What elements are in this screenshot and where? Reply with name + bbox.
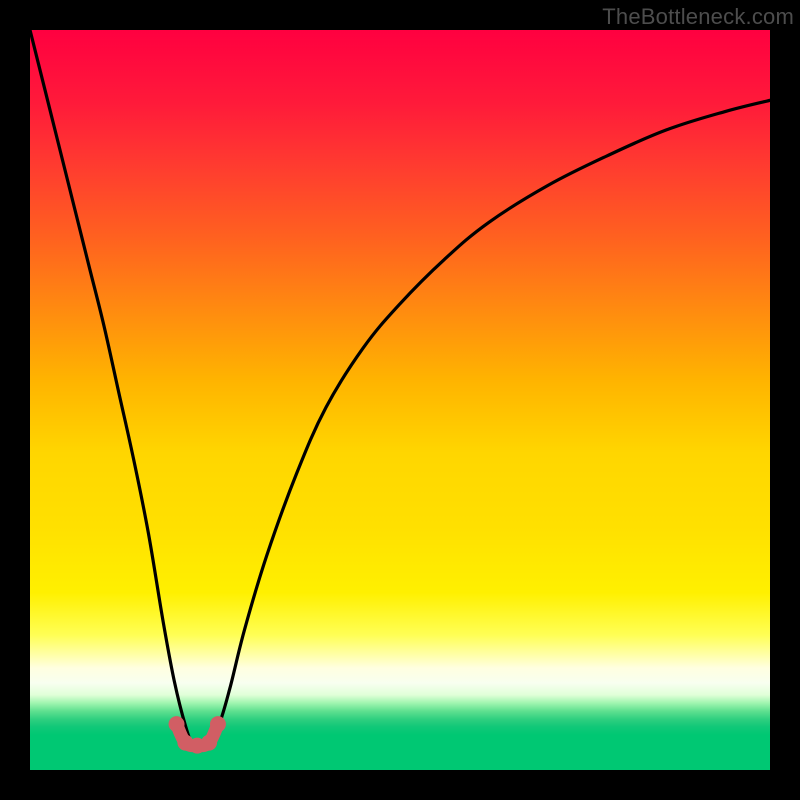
watermark-text: TheBottleneck.com xyxy=(602,4,794,30)
plot-area xyxy=(30,30,770,770)
marker-dot xyxy=(210,716,226,732)
marker-dot xyxy=(169,716,185,732)
marker-dot xyxy=(201,735,217,751)
chart-frame: TheBottleneck.com xyxy=(0,0,800,800)
optimal-marker xyxy=(30,30,770,770)
